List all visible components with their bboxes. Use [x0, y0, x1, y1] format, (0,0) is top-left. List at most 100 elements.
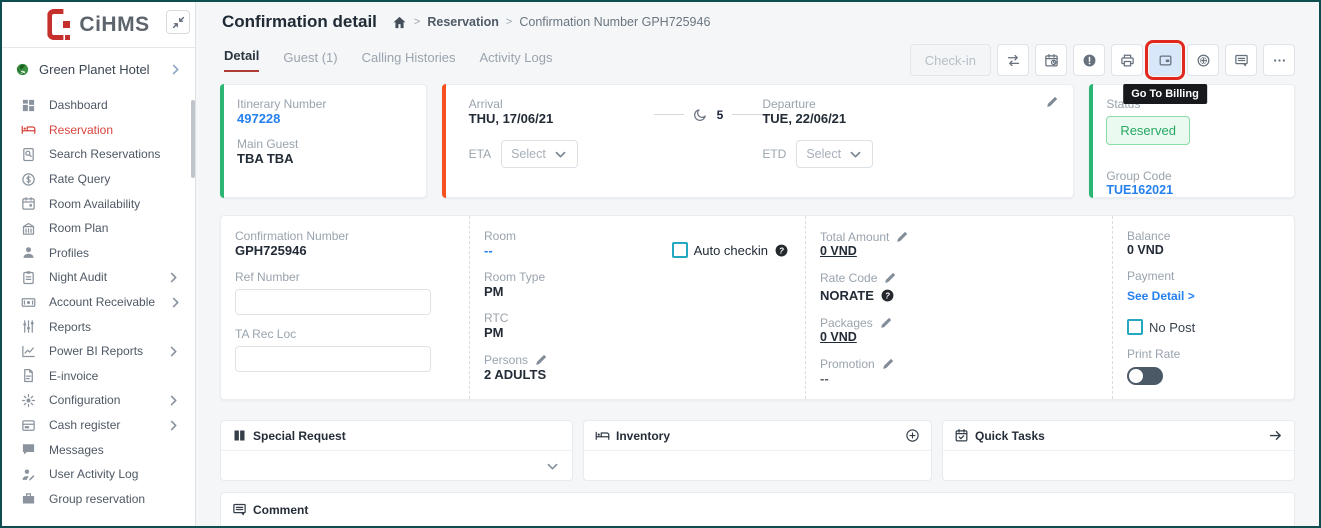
quick-tasks-title: Quick Tasks	[975, 429, 1045, 443]
sidebar-item-cash-register[interactable]: Cash register	[2, 413, 195, 438]
exclamation-circle-icon	[1082, 53, 1097, 68]
persons-label: Persons	[484, 353, 528, 367]
page-title: Confirmation detail	[222, 12, 377, 32]
add-payment-button[interactable]	[1187, 44, 1219, 76]
tab-detail[interactable]: Detail	[224, 48, 259, 72]
check-in-button[interactable]: Check-in	[910, 44, 991, 76]
ta-rec-loc-input[interactable]	[235, 346, 431, 372]
eta-select-value: Select	[511, 147, 546, 161]
sidebar-item-group-reservation[interactable]: Group reservation	[2, 487, 195, 512]
sidebar-item-profiles[interactable]: Profiles	[2, 241, 195, 266]
tab-calling-histories[interactable]: Calling Histories	[362, 50, 456, 72]
help-icon[interactable]: ?	[774, 243, 789, 258]
moon-icon	[693, 107, 708, 122]
sidebar-scrollbar[interactable]	[191, 100, 195, 178]
billing-icon	[1158, 53, 1173, 68]
open-quick-tasks-button[interactable]	[1268, 428, 1283, 443]
sidebar-item-label: Room Availability	[49, 197, 181, 211]
itinerary-number-label: Itinerary Number	[237, 97, 410, 111]
calendar-icon	[21, 196, 36, 211]
packages-value[interactable]: 0 VND	[820, 330, 1096, 344]
auto-checkin-label: Auto checkin	[694, 243, 768, 258]
sidebar-item-label: Search Reservations	[49, 147, 181, 161]
comment-icon	[232, 502, 247, 517]
sidebar-item-dashboard[interactable]: Dashboard	[2, 93, 195, 118]
sidebar-item-search-reservations[interactable]: Search Reservations	[2, 142, 195, 167]
special-request-body[interactable]	[221, 451, 572, 480]
transfer-icon	[1006, 53, 1021, 68]
edit-rate-code-pencil-icon[interactable]	[883, 270, 898, 285]
sidebar-item-user-activity-log[interactable]: User Activity Log	[2, 462, 195, 487]
eta-select[interactable]: Select	[501, 140, 578, 168]
itinerary-card: Itinerary Number 497228 Main Guest TBA T…	[220, 84, 427, 198]
room-type-label: Room Type	[484, 270, 789, 284]
alerts-button[interactable]	[1073, 44, 1105, 76]
group-code-link[interactable]: TUE162021	[1106, 183, 1278, 197]
home-icon[interactable]	[392, 15, 407, 30]
print-rate-toggle[interactable]	[1127, 367, 1163, 385]
sidebar-item-messages[interactable]: Messages	[2, 437, 195, 462]
auto-checkin-checkbox[interactable]	[672, 242, 688, 258]
main-content: Confirmation detail > Reservation > Conf…	[196, 2, 1319, 526]
sidebar-item-reservation[interactable]: Reservation	[2, 118, 195, 143]
quick-tasks-body	[943, 451, 1294, 480]
user-pen-icon	[21, 467, 36, 482]
chevron-down-icon[interactable]	[545, 459, 560, 474]
briefcase-icon	[21, 491, 36, 506]
total-amount-value[interactable]: 0 VND	[820, 244, 1096, 258]
no-post-checkbox[interactable]	[1127, 319, 1143, 335]
special-request-panel: Special Request	[220, 420, 573, 481]
sidebar-item-e-invoice[interactable]: E-invoice	[2, 364, 195, 389]
toolbar: Check-in Go To Billing	[910, 44, 1295, 76]
line-chart-icon	[21, 344, 36, 359]
payment-label: Payment	[1127, 269, 1278, 283]
quick-tasks-panel: Quick Tasks	[942, 420, 1295, 481]
comment-icon	[1234, 53, 1249, 68]
edit-packages-pencil-icon[interactable]	[879, 315, 894, 330]
cihms-logo-icon	[47, 9, 71, 40]
sidebar-item-room-availability[interactable]: Room Availability	[2, 191, 195, 216]
more-options-button[interactable]	[1263, 44, 1295, 76]
edit-persons-pencil-icon[interactable]	[534, 352, 549, 367]
sidebar-item-label: Night Audit	[49, 270, 153, 284]
sidebar-item-power-bi-reports[interactable]: Power BI Reports	[2, 339, 195, 364]
sidebar-item-reports[interactable]: Reports	[2, 314, 195, 339]
go-to-billing-button[interactable]	[1149, 44, 1181, 76]
sidebar-item-night-audit[interactable]: Night Audit	[2, 265, 195, 290]
sidebar-collapse-button[interactable]	[166, 10, 190, 34]
edit-stay-pencil-icon[interactable]	[1045, 94, 1060, 109]
page-header: Confirmation detail > Reservation > Conf…	[222, 12, 710, 32]
help-icon[interactable]: ?	[880, 288, 895, 303]
breadcrumb-confirmation: Confirmation Number GPH725946	[519, 15, 710, 29]
comments-button[interactable]	[1225, 44, 1257, 76]
sidebar-item-account-receivable[interactable]: Account Receivable	[2, 290, 195, 315]
payment-see-detail-link[interactable]: See Detail >	[1127, 289, 1195, 303]
sidebar-item-configuration[interactable]: Configuration	[2, 388, 195, 413]
stay-schedule-button[interactable]	[1035, 44, 1067, 76]
itinerary-number-link[interactable]: 497228	[237, 111, 410, 126]
group-code-label: Group Code	[1106, 169, 1278, 183]
print-button[interactable]	[1111, 44, 1143, 76]
toggle-knob	[1129, 369, 1143, 383]
gear-icon	[21, 393, 36, 408]
sidebar-item-room-plan[interactable]: Room Plan	[2, 216, 195, 241]
divider	[732, 114, 762, 115]
ref-number-input[interactable]	[235, 289, 431, 315]
auto-checkin-control: Auto checkin ?	[672, 242, 789, 258]
edit-promotion-pencil-icon[interactable]	[881, 356, 896, 371]
packages-label: Packages	[820, 316, 873, 330]
building-icon	[21, 221, 36, 236]
room-move-button[interactable]	[997, 44, 1029, 76]
sidebar-item-rate-query[interactable]: Rate Query	[2, 167, 195, 192]
tab-guest[interactable]: Guest (1)	[283, 50, 337, 72]
tab-activity-logs[interactable]: Activity Logs	[480, 50, 553, 72]
etd-select[interactable]: Select	[796, 140, 873, 168]
breadcrumb-reservation[interactable]: Reservation	[427, 15, 499, 29]
edit-total-amount-pencil-icon[interactable]	[895, 229, 910, 244]
chat-icon	[21, 442, 36, 457]
add-inventory-button[interactable]	[905, 428, 920, 443]
rtc-label: RTC	[484, 311, 789, 325]
hotel-selector[interactable]: Green Planet Hotel	[2, 48, 195, 89]
eta-label: ETA	[469, 147, 491, 161]
billing-button-wrapper: Go To Billing	[1149, 44, 1181, 76]
